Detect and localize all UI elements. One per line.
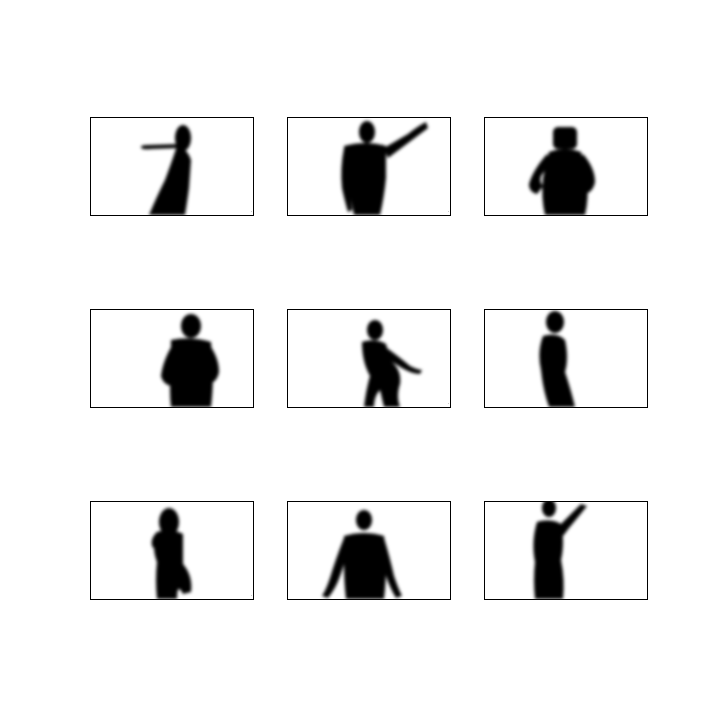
panel-5-arm-extended-right: · <box>287 309 451 408</box>
dancer-silhouette <box>533 502 587 599</box>
dancer-silhouette <box>529 127 595 215</box>
dancer-silhouette <box>341 121 428 215</box>
dancer-silhouette <box>322 510 402 599</box>
dancer-silhouette <box>539 311 575 407</box>
panel-6-profile-standing <box>484 309 648 408</box>
panel-1-reaching-left: · <box>90 117 254 216</box>
watermark: · <box>447 401 449 406</box>
panel-4-hands-on-hips-side <box>90 309 254 408</box>
dancer-silhouette <box>141 125 191 215</box>
watermark: · <box>250 593 252 598</box>
watermark: · <box>447 209 449 214</box>
dancer-silhouette <box>161 314 219 407</box>
dancer-silhouette <box>151 508 192 599</box>
dancer-silhouette <box>362 320 422 407</box>
panel-2-arm-raised-right: · <box>287 117 451 216</box>
panel-3-hands-on-hips <box>484 117 648 216</box>
panel-8-arms-down <box>287 501 451 600</box>
panel-9-arm-raised-up <box>484 501 648 600</box>
panel-7-turning: · <box>90 501 254 600</box>
watermark: · <box>250 209 252 214</box>
